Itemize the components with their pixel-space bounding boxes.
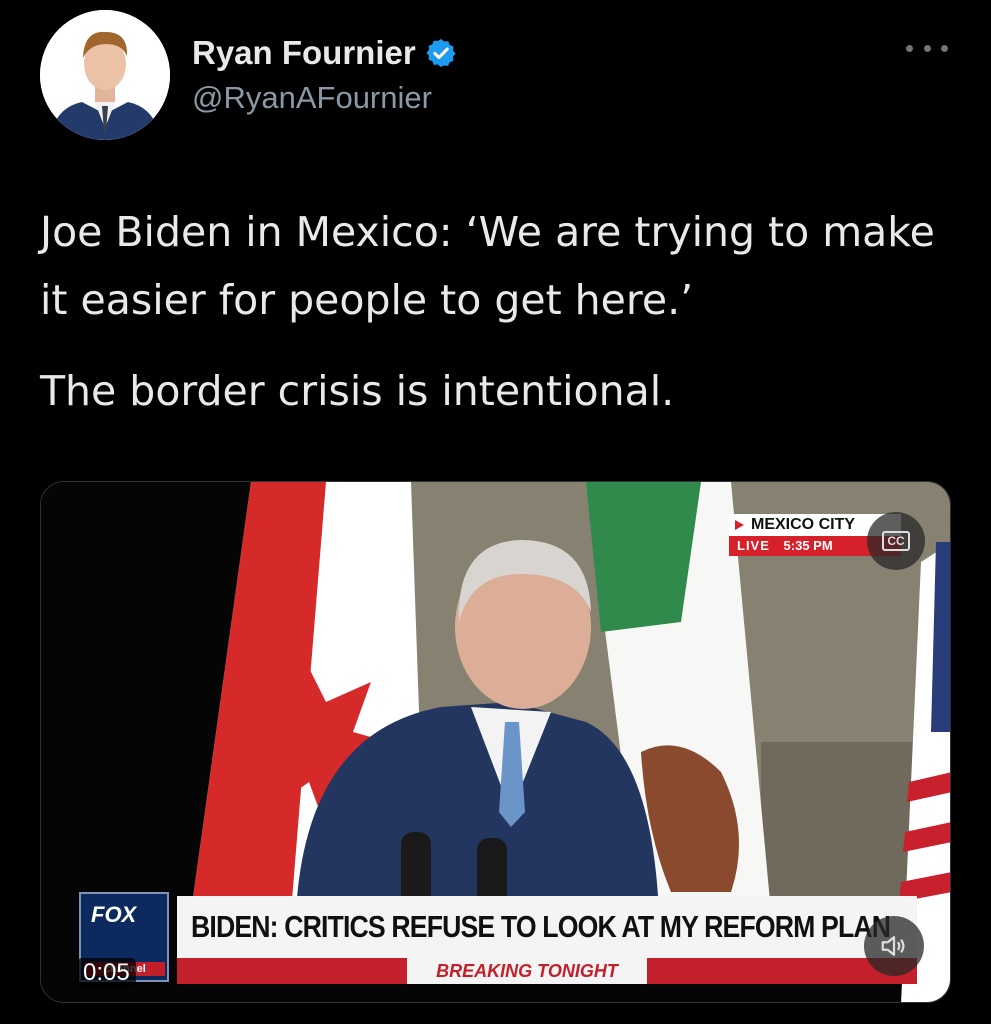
verified-badge-icon <box>426 39 456 67</box>
chyron-headline: BIDEN: CRITICS REFUSE TO LOOK AT MY REFO… <box>177 896 917 958</box>
author-name-row[interactable]: Ryan Fournier <box>192 34 457 72</box>
live-time: 5:35 PM <box>783 538 833 553</box>
more-dot <box>941 44 948 52</box>
author-avatar[interactable] <box>40 10 170 140</box>
tweet-paragraph: Joe Biden in Mexico: ‘We are trying to m… <box>40 208 935 324</box>
video-timer: 0:05 <box>77 958 136 988</box>
live-label: LIVE <box>737 538 770 553</box>
volume-icon <box>881 936 905 956</box>
network-name: FOX <box>91 902 137 927</box>
breaking-bar: BREAKING TONIGHT <box>177 958 917 984</box>
captions-button[interactable]: CC <box>867 512 925 570</box>
headline-text: BIDEN: CRITICS REFUSE TO LOOK AT MY REFO… <box>191 909 891 944</box>
more-icon[interactable] <box>906 38 948 58</box>
author-display-name[interactable]: Ryan Fournier <box>192 34 416 72</box>
more-dot <box>906 44 913 52</box>
video-player[interactable]: MEXICO CITY LIVE 5:35 PM CC FOX channel … <box>40 481 951 1003</box>
more-dot <box>923 44 931 52</box>
breaking-label: BREAKING TONIGHT <box>407 958 647 984</box>
tweet-paragraph: The border crisis is intentional. <box>40 367 675 415</box>
volume-button[interactable] <box>864 916 924 976</box>
tweet-text: Joe Biden in Mexico: ‘We are trying to m… <box>40 198 960 448</box>
author-handle[interactable]: @RyanAFournier <box>192 80 432 116</box>
captions-icon: CC <box>882 531 910 551</box>
